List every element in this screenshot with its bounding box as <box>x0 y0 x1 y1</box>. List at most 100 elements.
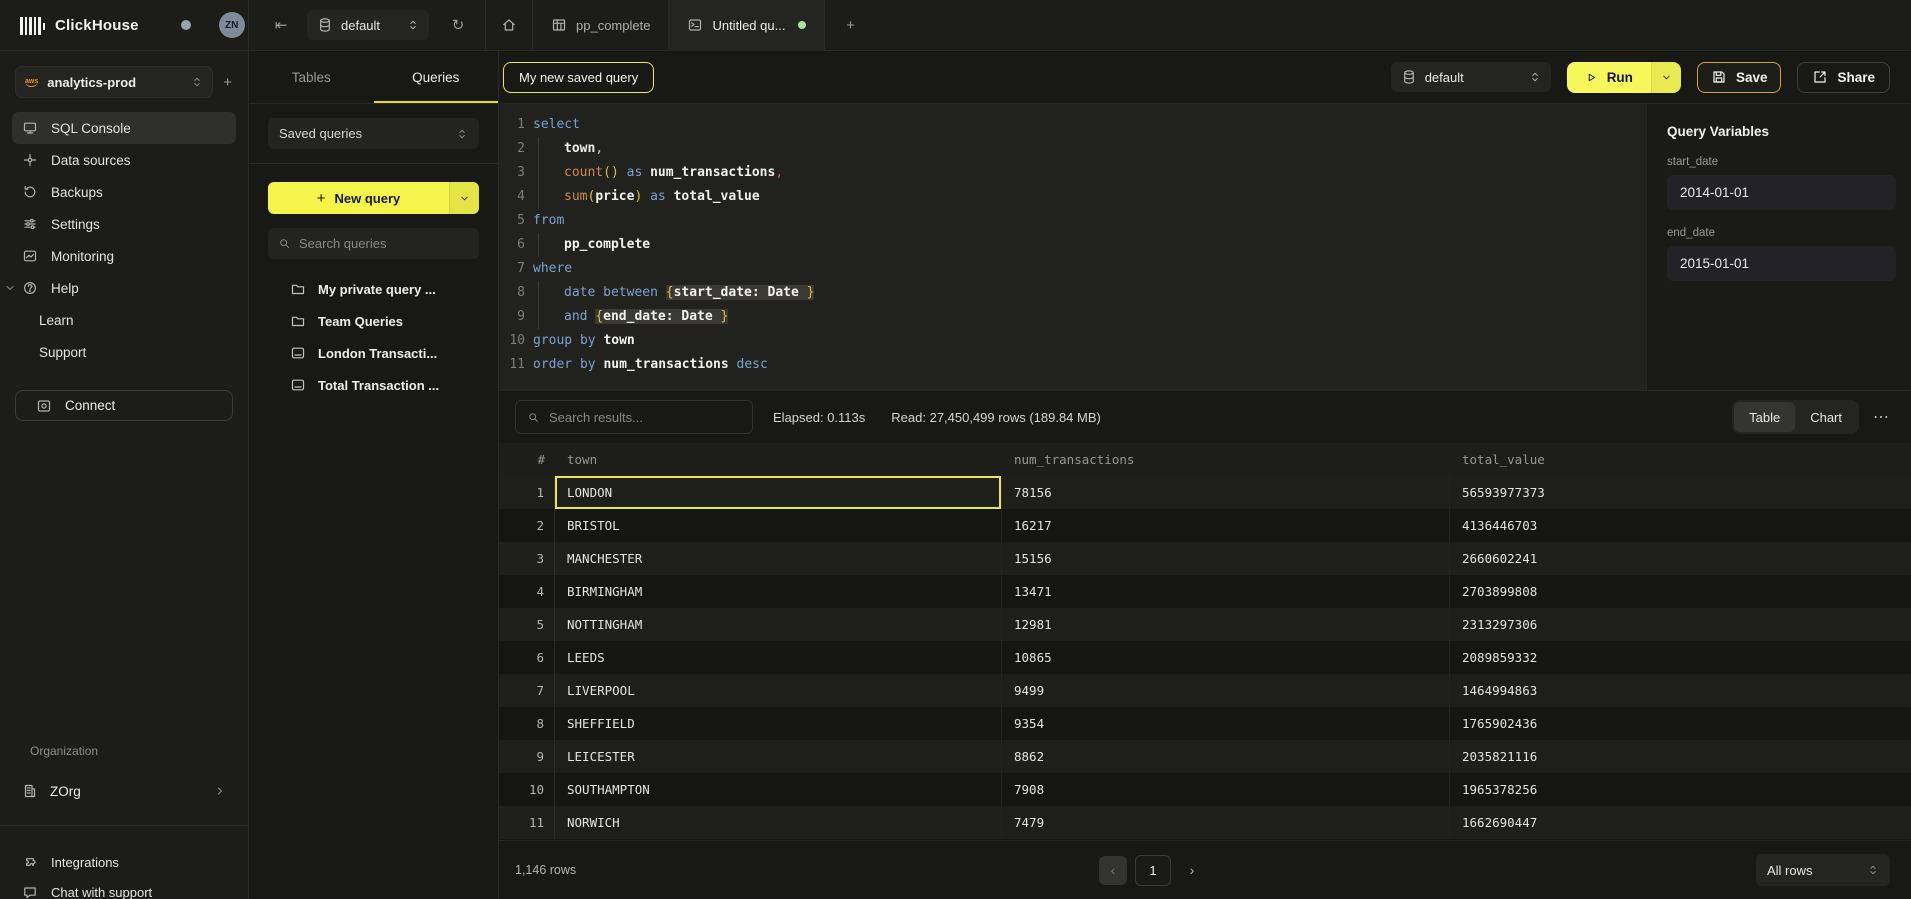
sidebar-footer: IntegrationsChat with supportAll systems… <box>12 847 236 899</box>
tab-tables[interactable]: Tables <box>249 51 374 103</box>
sidebar-item-support[interactable]: Support <box>12 336 236 368</box>
page-size-selector[interactable]: All rows <box>1756 854 1890 886</box>
cell-num_transactions[interactable]: 13471 <box>1002 575 1450 608</box>
play-icon <box>1585 71 1598 84</box>
unsaved-dot <box>798 21 806 29</box>
code-line: 4sum(price) as total_value <box>499 185 1646 209</box>
cell-total_value[interactable]: 2089859332 <box>1450 641 1911 674</box>
cell-town[interactable]: SHEFFIELD <box>555 707 1002 740</box>
share-button[interactable]: Share <box>1797 62 1890 93</box>
results-footer: 1,146 rows ‹ 1 › All rows <box>499 840 1911 899</box>
folder-icon <box>290 281 306 297</box>
sidebar-item-learn[interactable]: Learn <box>12 304 236 336</box>
cell-num_transactions[interactable]: 7479 <box>1002 806 1450 839</box>
tab-pp-complete[interactable]: pp_complete <box>533 0 669 51</box>
cell-total_value[interactable]: 1765902436 <box>1450 707 1911 740</box>
cell-total_value[interactable]: 4136446703 <box>1450 509 1911 542</box>
column-header-total_value[interactable]: total_value <box>1450 443 1911 477</box>
prev-page-icon[interactable]: ‹ <box>1099 856 1127 885</box>
cell-town[interactable]: BIRMINGHAM <box>555 575 1002 608</box>
sql-editor[interactable]: 1select2town,3count() as num_transaction… <box>499 104 1646 390</box>
new-query-label: New query <box>335 191 401 206</box>
new-tab-plus-icon[interactable]: + <box>825 0 875 51</box>
saved-query-item[interactable]: Team Queries <box>249 305 498 337</box>
cell-num_transactions[interactable]: 9354 <box>1002 707 1450 740</box>
page-number-input[interactable]: 1 <box>1135 855 1171 886</box>
sidebar-item-help[interactable]: Help <box>12 272 236 304</box>
home-icon[interactable] <box>486 0 532 51</box>
cell-num_transactions[interactable]: 10865 <box>1002 641 1450 674</box>
tab-untitled-query[interactable]: Untitled qu... <box>669 0 825 51</box>
database-selector[interactable]: default <box>307 10 429 40</box>
line-number: 9 <box>499 305 533 329</box>
saved-query-tab[interactable]: My new saved query <box>503 62 654 93</box>
saved-queries-filter[interactable]: Saved queries <box>268 118 479 149</box>
view-table-button[interactable]: Table <box>1734 402 1795 432</box>
new-query-caret[interactable] <box>449 182 479 214</box>
cell-num_transactions[interactable]: 16217 <box>1002 509 1450 542</box>
cell-num_transactions[interactable]: 12981 <box>1002 608 1450 641</box>
view-chart-button[interactable]: Chart <box>1795 402 1857 432</box>
cell-town[interactable]: BRISTOL <box>555 509 1002 542</box>
cell-total_value[interactable]: 2035821116 <box>1450 740 1911 773</box>
next-page-icon[interactable]: › <box>1179 856 1205 885</box>
save-button[interactable]: Save <box>1697 62 1782 93</box>
cell-num_transactions[interactable]: 8862 <box>1002 740 1450 773</box>
column-header-index[interactable]: # <box>499 443 555 477</box>
organization-item[interactable]: ZOrg <box>12 775 236 807</box>
column-header-town[interactable]: town <box>555 443 1002 477</box>
sidebar-footer-chat-with-support[interactable]: Chat with support <box>12 877 236 899</box>
more-options-icon[interactable]: ⋯ <box>1873 407 1890 427</box>
saved-query-item[interactable]: My private query ... <box>249 273 498 305</box>
cell-town[interactable]: MANCHESTER <box>555 542 1002 575</box>
add-service-plus-icon[interactable]: + <box>223 75 232 90</box>
saved-query-item[interactable]: London Transacti... <box>249 337 498 369</box>
cell-total_value[interactable]: 2313297306 <box>1450 608 1911 641</box>
cell-total_value[interactable]: 2660602241 <box>1450 542 1911 575</box>
workspace-selector[interactable]: aws analytics-prod <box>15 66 213 98</box>
run-database-selector[interactable]: default <box>1391 62 1551 92</box>
user-avatar[interactable]: ZN <box>219 12 245 38</box>
search-queries-input[interactable]: Search queries <box>268 228 479 259</box>
cell-total_value[interactable]: 1464994863 <box>1450 674 1911 707</box>
saved-query-item[interactable]: Total Transaction ... <box>249 369 498 401</box>
sidebar-item-monitoring[interactable]: Monitoring <box>12 240 236 272</box>
sidebar-item-backups[interactable]: Backups <box>12 176 236 208</box>
sidebar-item-sql-console[interactable]: SQL Console <box>12 112 236 144</box>
line-number: 4 <box>499 185 533 209</box>
sidebar-item-data-sources[interactable]: Data sources <box>12 144 236 176</box>
cell-total_value[interactable]: 56593977373 <box>1450 476 1911 509</box>
cell-num_transactions[interactable]: 15156 <box>1002 542 1450 575</box>
column-header-num_transactions[interactable]: num_transactions <box>1002 443 1450 477</box>
cell-num_transactions[interactable]: 78156 <box>1002 476 1450 509</box>
cell-total_value[interactable]: 2703899808 <box>1450 575 1911 608</box>
cell-town[interactable]: LEICESTER <box>555 740 1002 773</box>
cell-total_value[interactable]: 1662690447 <box>1450 806 1911 839</box>
run-options-caret[interactable] <box>1651 62 1681 93</box>
connect-button[interactable]: Connect <box>15 390 233 421</box>
new-query-button[interactable]: + New query <box>268 182 479 214</box>
cell-town[interactable]: LIVERPOOL <box>555 674 1002 707</box>
cell-town[interactable]: NOTTINGHAM <box>555 608 1002 641</box>
end-date-input[interactable] <box>1667 246 1896 281</box>
sidebar-item-settings[interactable]: Settings <box>12 208 236 240</box>
cell-town[interactable]: LEEDS <box>555 641 1002 674</box>
cell-total_value[interactable]: 1965378256 <box>1450 773 1911 806</box>
sidebar-footer-integrations[interactable]: Integrations <box>12 847 236 877</box>
refresh-icon[interactable]: ↻ <box>445 12 471 38</box>
cell-num_transactions[interactable]: 7908 <box>1002 773 1450 806</box>
help-icon <box>22 280 38 296</box>
cell-town[interactable]: SOUTHAMPTON <box>555 773 1002 806</box>
cell-town[interactable]: NORWICH <box>555 806 1002 839</box>
cell-num_transactions[interactable]: 9499 <box>1002 674 1450 707</box>
sidebar: aws analytics-prod + SQL ConsoleData sou… <box>0 51 249 899</box>
run-button[interactable]: Run <box>1567 62 1681 93</box>
search-results-input[interactable]: Search results... <box>515 400 753 434</box>
tab-queries[interactable]: Queries <box>374 51 499 103</box>
code-line: 10group by town <box>499 329 1646 353</box>
collapse-back-icon[interactable]: ⇤ <box>269 13 293 37</box>
start-date-input[interactable] <box>1667 175 1896 210</box>
code-line: 7where <box>499 257 1646 281</box>
row-number: 9 <box>499 740 555 773</box>
cell-town[interactable]: LONDON <box>555 476 1002 509</box>
